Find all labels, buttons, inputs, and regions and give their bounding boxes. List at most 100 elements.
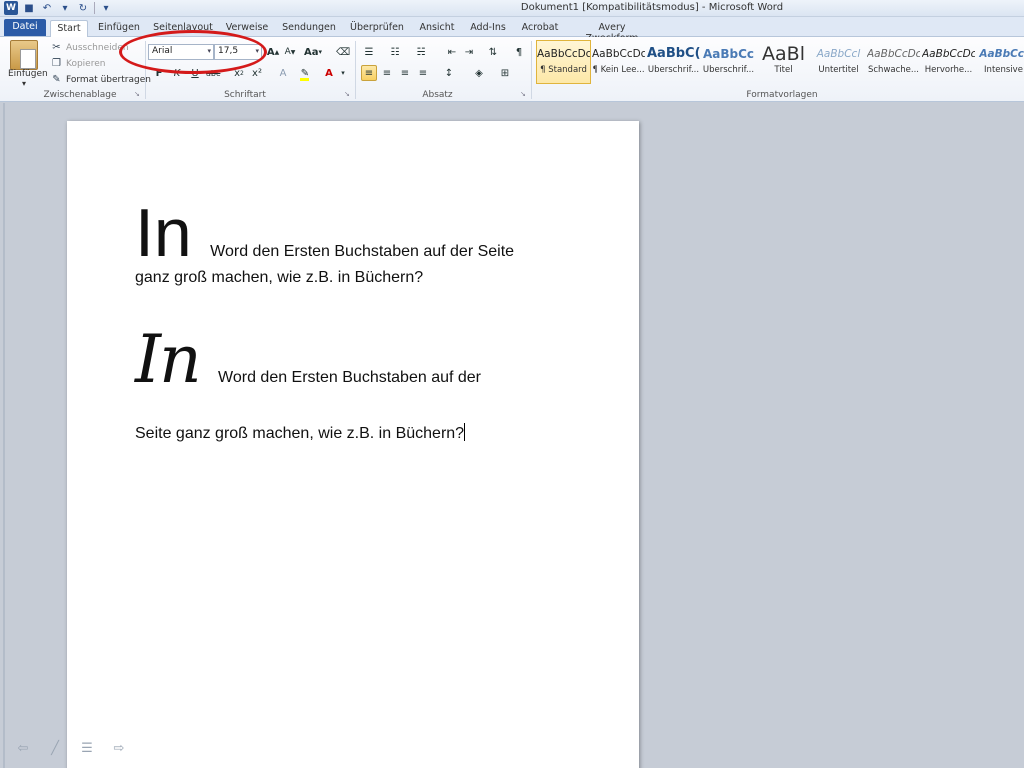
style-name: Schwache... <box>867 65 919 75</box>
clipboard-launcher-icon[interactable]: ↘ <box>134 90 140 98</box>
paste-icon[interactable] <box>10 40 38 70</box>
style-sample: AaBbCc <box>702 47 755 61</box>
back-arrow-icon[interactable]: ⇦ <box>14 740 32 756</box>
style-name: Überschrif... <box>647 65 700 75</box>
bullets-icon[interactable]: ☰ <box>362 44 376 60</box>
style-intensive-hervorhebung[interactable]: AaBbCcl Intensive <box>976 40 1024 84</box>
paragraph-2-line-2-wrapper: Seite ganz groß machen, wie z.B. in Büch… <box>135 423 595 443</box>
tab-add-ins[interactable]: Add-Ins <box>468 20 508 37</box>
document-page[interactable]: In Word den Ersten Buchstaben auf der Se… <box>67 121 639 768</box>
dropcap-2-script: In <box>135 321 202 398</box>
style-name: Untertitel <box>818 65 859 75</box>
increase-indent-icon[interactable]: ⇥ <box>462 44 476 60</box>
style-sample: AaBbCcl <box>816 48 861 60</box>
cut-button[interactable]: ✂ Ausschneiden <box>50 41 128 54</box>
pen-icon[interactable]: ╱ <box>46 740 64 756</box>
font-color-button[interactable]: A <box>322 65 336 81</box>
style-hervorhebung[interactable]: AaBbCcDc Hervorhe... <box>921 40 976 84</box>
paste-dropdown-icon[interactable]: ▾ <box>22 79 26 88</box>
style-name: ¶ Kein Lee... <box>592 65 645 75</box>
decrease-indent-icon[interactable]: ⇤ <box>445 44 459 60</box>
paragraph-1-line-1: Word den Ersten Buchstaben auf der Seite <box>210 243 515 260</box>
scissors-icon: ✂ <box>52 42 61 53</box>
numbering-icon[interactable]: ☷ <box>388 44 402 60</box>
sort-icon[interactable]: ⇅ <box>486 44 500 60</box>
styles-gallery: AaBbCcDc ¶ Standard AaBbCcDc ¶ Kein Lee.… <box>536 40 1024 86</box>
tab-sendungen[interactable]: Sendungen <box>282 20 336 37</box>
style-sample: AaBl <box>762 43 805 65</box>
style-name: Titel <box>774 65 793 75</box>
clear-format-icon[interactable]: ⌫ <box>336 44 350 60</box>
superscript-button[interactable]: x² <box>250 65 264 81</box>
tab-acrobat[interactable]: Acrobat <box>520 20 560 37</box>
text-effects-icon[interactable]: A <box>276 65 290 81</box>
style-name: Hervorhe... <box>924 65 973 75</box>
pilcrow-icon[interactable]: ¶ <box>512 44 526 60</box>
tab-einfuegen[interactable]: Einfügen <box>96 20 142 37</box>
menu-lines-icon[interactable]: ☰ <box>78 740 96 756</box>
forward-arrow-icon[interactable]: ⇨ <box>110 740 128 756</box>
red-annotation-circle <box>119 30 267 74</box>
paste-label: Einfügen <box>8 69 48 79</box>
paragraph-2[interactable]: In Word den Ersten Buchstaben auf der <box>135 327 605 393</box>
grow-font-label: A <box>266 46 275 58</box>
clipboard-group-label: Zwischenablage <box>43 90 117 100</box>
style-name: Überschrif... <box>702 65 755 75</box>
font-color-dropdown-icon[interactable]: ▾ <box>336 65 350 81</box>
style-sample: AaBbCcDc <box>922 48 975 60</box>
paste-button[interactable]: Einfügen <box>8 69 48 79</box>
shading-icon[interactable]: ◈ <box>472 65 486 81</box>
copy-button[interactable]: ❐ Kopieren <box>50 57 105 70</box>
window-title: Dokument1 [Kompatibilitätsmodus] - Micro… <box>520 2 784 13</box>
dropcap-1: In <box>135 195 192 271</box>
borders-icon[interactable]: ⊞ <box>498 65 512 81</box>
style-titel[interactable]: AaBl Titel <box>756 40 811 84</box>
style-sample: AaBbC( <box>647 46 700 61</box>
font-group-label: Schriftart <box>224 90 266 100</box>
paragraph-2-line-1: Word den Ersten Buchstaben auf der <box>218 369 482 386</box>
grow-font-button[interactable]: A ▲ <box>266 44 280 60</box>
style-sample: AaBbCcDc <box>592 48 645 60</box>
format-painter-label: Format übertragen <box>66 74 151 85</box>
style-untertitel[interactable]: AaBbCcl Untertitel <box>811 40 866 84</box>
paragraph-1[interactable]: In Word den Ersten Buchstaben auf der Se… <box>135 199 555 267</box>
shrink-font-button[interactable]: A ▼ <box>283 44 297 60</box>
change-case-button[interactable]: Aa ▾ <box>304 44 322 60</box>
text-cursor <box>464 423 466 441</box>
style-kein-leerraum[interactable]: AaBbCcDc ¶ Kein Lee... <box>591 40 646 84</box>
tab-ueberpruefen[interactable]: Überprüfen <box>348 20 406 37</box>
style-schwache-hervorhebung[interactable]: AaBbCcDc Schwache... <box>866 40 921 84</box>
style-name: ¶ Standard <box>540 65 587 75</box>
paragraph-2-line-2: Seite ganz groß machen, wie z.B. in Büch… <box>135 425 465 442</box>
highlight-icon[interactable]: ✎ <box>298 65 312 81</box>
copy-label: Kopieren <box>66 58 106 69</box>
tab-avery-zweckform[interactable]: Avery Zweckform <box>572 20 652 44</box>
align-left-icon[interactable]: ≡ <box>361 65 377 81</box>
bottom-nav-icons: ⇦ ╱ ☰ ⇨ <box>14 740 128 756</box>
tab-start[interactable]: Start <box>50 20 88 37</box>
multilevel-list-icon[interactable]: ☵ <box>414 44 428 60</box>
style-sample: AaBbCcDc <box>537 48 590 60</box>
font-color-label: A <box>325 67 333 79</box>
group-separator <box>355 41 356 99</box>
align-right-icon[interactable]: ≡ <box>398 65 412 81</box>
line-spacing-icon[interactable]: ↕ <box>442 65 456 81</box>
justify-icon[interactable]: ≡ <box>416 65 430 81</box>
paragraph-group-label: Absatz <box>422 90 453 100</box>
format-painter-button[interactable]: ✎ Format übertragen <box>50 73 151 86</box>
group-separator <box>531 41 532 99</box>
style-sample: AaBbCcl <box>979 48 1024 60</box>
title-bar: W ■ ↶ ▾ ↻ ▾ Dokument1 [Kompatibilitätsmo… <box>0 0 1024 17</box>
style-ueberschrift-2[interactable]: AaBbCc Überschrif... <box>701 40 756 84</box>
brush-icon: ✎ <box>52 74 61 85</box>
styles-group-label: Formatvorlagen <box>746 90 818 100</box>
paragraph-1-line-2: ganz groß machen, wie z.B. in Büchern? <box>135 269 424 286</box>
paragraph-launcher-icon[interactable]: ↘ <box>520 90 526 98</box>
tab-ansicht[interactable]: Ansicht <box>418 20 456 37</box>
font-launcher-icon[interactable]: ↘ <box>344 90 350 98</box>
copy-icon: ❐ <box>52 58 61 69</box>
style-standard[interactable]: AaBbCcDc ¶ Standard <box>536 40 591 84</box>
tab-datei[interactable]: Datei <box>4 19 46 36</box>
align-center-icon[interactable]: ≡ <box>380 65 394 81</box>
style-ueberschrift-1[interactable]: AaBbC( Überschrif... <box>646 40 701 84</box>
